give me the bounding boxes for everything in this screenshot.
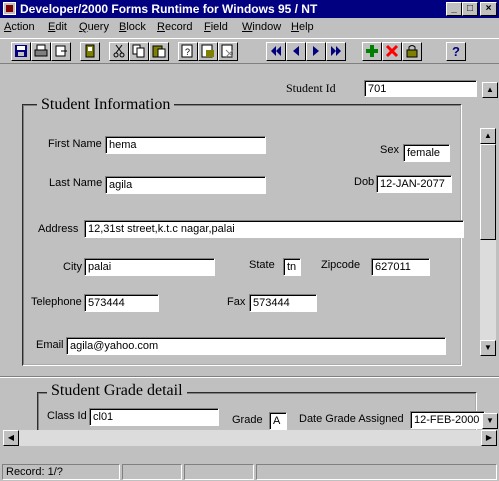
app-icon[interactable] (3, 2, 16, 15)
student-information-title: Student Information (37, 96, 175, 114)
lock-record-icon[interactable] (402, 42, 422, 61)
city-field[interactable]: palai (84, 258, 215, 276)
help-icon[interactable]: ? (446, 42, 466, 61)
exit-icon[interactable] (51, 42, 71, 61)
next-record-icon[interactable] (306, 42, 326, 61)
class-id-label: Class Id (47, 410, 87, 422)
email-label: Email (36, 339, 64, 351)
last-name-label: Last Name (49, 177, 103, 189)
menu-bar: Action Edit Query Block Record Field Win… (0, 18, 499, 38)
first-name-label: First Name (48, 138, 102, 150)
telephone-field[interactable]: 573444 (84, 294, 159, 312)
grade-label: Grade (232, 414, 263, 426)
first-name-field[interactable]: hema (105, 136, 266, 154)
status-panel-2 (122, 464, 182, 480)
address-label: Address (38, 223, 79, 235)
menu-action[interactable]: Action (4, 21, 35, 33)
status-bar: Record: 1/? (0, 462, 499, 481)
email-field[interactable]: agila@yahoo.com (66, 337, 446, 355)
menu-help[interactable]: Help (291, 21, 314, 33)
sex-field[interactable]: female (403, 144, 450, 162)
last-record-icon[interactable] (326, 42, 346, 61)
print-icon[interactable] (31, 42, 51, 61)
scroll-right-button[interactable]: ▶ (481, 430, 497, 446)
menu-field[interactable]: Field (204, 21, 228, 33)
fax-label: Fax (227, 296, 246, 308)
menu-window[interactable]: Window (242, 21, 281, 33)
cut-icon[interactable] (109, 42, 129, 61)
menu-block[interactable]: Block (119, 21, 146, 33)
student-info-scroll-thumb[interactable] (480, 144, 496, 240)
paste-icon[interactable] (149, 42, 169, 61)
menu-query[interactable]: Query (79, 21, 109, 33)
delete-record-icon[interactable] (382, 42, 402, 61)
status-panel-3 (184, 464, 254, 480)
telephone-label: Telephone (31, 296, 82, 308)
save-icon[interactable] (11, 42, 31, 61)
student-id-field[interactable]: 701 (364, 80, 477, 97)
zipcode-label: Zipcode (321, 259, 361, 271)
dob-field[interactable]: 12-JAN-2077 (376, 175, 452, 193)
canvas-scroll-up[interactable]: ▲ (482, 82, 498, 98)
fax-field[interactable]: 573444 (249, 294, 317, 312)
class-id-field[interactable]: cl01 (89, 408, 219, 426)
cancel-query-icon[interactable] (218, 42, 238, 61)
svg-text:?: ? (185, 47, 190, 57)
student-info-scroll-down[interactable]: ▼ (480, 340, 496, 356)
horizontal-scroll-track[interactable] (19, 430, 479, 446)
divider (0, 376, 499, 378)
title-bar: Developer/2000 Forms Runtime for Windows… (0, 0, 499, 18)
student-info-scroll-up[interactable]: ▲ (480, 128, 496, 144)
window-title: Developer/2000 Forms Runtime for Windows… (20, 2, 318, 16)
svg-text:?: ? (452, 44, 460, 58)
date-grade-label: Date Grade Assigned (299, 413, 404, 425)
toolbar: ? ? (0, 38, 499, 64)
student-id-label: Student Id (286, 81, 336, 95)
first-record-icon[interactable] (266, 42, 286, 61)
canvas-top (0, 64, 499, 81)
zipcode-field[interactable]: 627011 (371, 258, 430, 276)
student-grade-title: Student Grade detail (47, 382, 187, 400)
copy-icon[interactable] (129, 42, 149, 61)
close-button[interactable]: × (480, 2, 497, 16)
state-label: State (249, 259, 275, 271)
menu-record[interactable]: Record (157, 21, 192, 33)
canvas-scroll-down[interactable]: ▼ (482, 413, 498, 429)
sex-label: Sex (380, 144, 399, 156)
address-field[interactable]: 12,31st street,k.t.c nagar,palai (84, 220, 464, 238)
grade-field[interactable]: A (269, 412, 287, 430)
menu-edit[interactable]: Edit (48, 21, 67, 33)
city-label: City (63, 261, 82, 273)
insert-record-icon[interactable] (362, 42, 382, 61)
execute-query-icon[interactable] (198, 42, 218, 61)
status-panel-4 (256, 464, 497, 480)
scroll-left-button[interactable]: ◀ (3, 430, 19, 446)
minimize-button[interactable]: _ (446, 2, 462, 16)
query-icon[interactable]: ? (178, 42, 198, 61)
last-name-field[interactable]: agila (105, 176, 266, 194)
previous-record-icon[interactable] (286, 42, 306, 61)
state-field[interactable]: tn (283, 258, 301, 276)
record-status: Record: 1/? (2, 464, 120, 480)
date-grade-field[interactable]: 12-FEB-2000 (410, 411, 485, 429)
dob-label: Dob (354, 176, 375, 188)
print-preview-icon[interactable] (80, 42, 100, 61)
maximize-button[interactable]: □ (462, 2, 478, 16)
